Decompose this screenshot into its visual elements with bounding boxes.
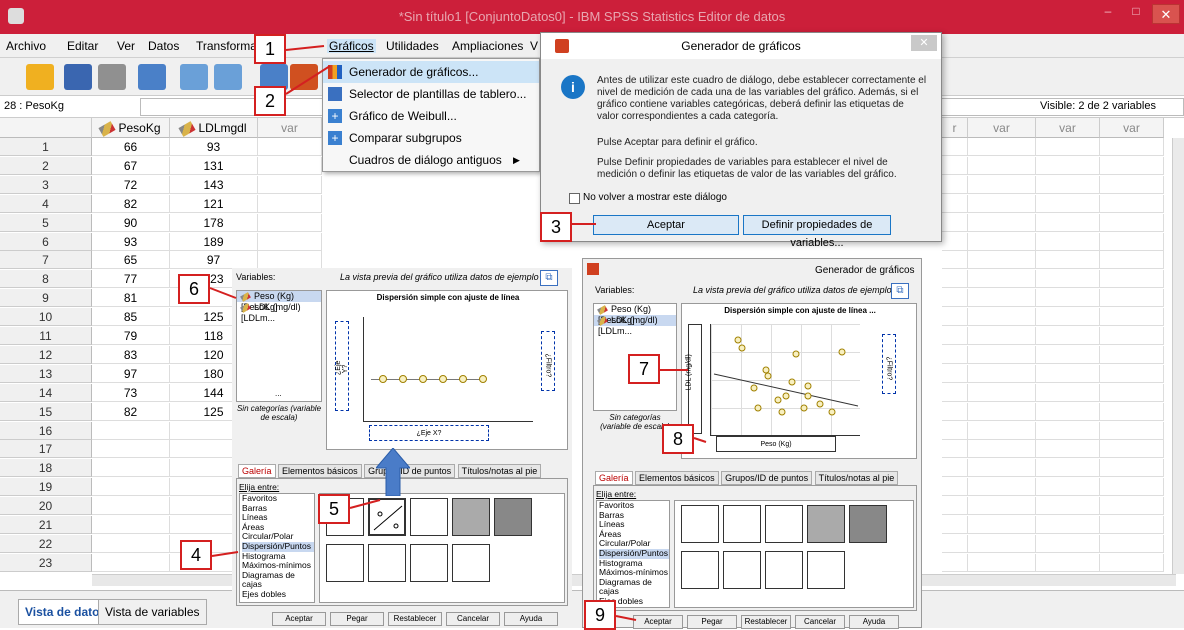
callout-arrows xyxy=(209,45,707,621)
